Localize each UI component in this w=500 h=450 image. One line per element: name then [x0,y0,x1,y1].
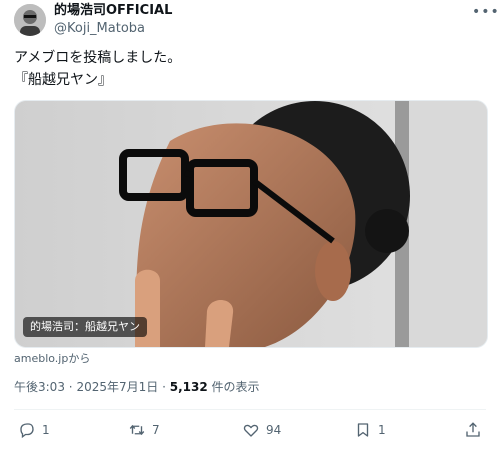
like-icon [243,424,259,437]
avatar-photo [14,4,46,36]
author-display-name[interactable]: 的場浩司OFFICIAL [54,2,172,20]
post-time[interactable]: 午後3:03 [14,380,65,394]
post-date[interactable]: 2025年7月1日 [76,380,158,394]
post-text-line-2: 『船越兄ヤン』 [14,72,112,88]
bookmark-icon [357,423,369,437]
reply-count: 1 [42,423,50,437]
more-icon[interactable]: ••• [472,4,500,20]
post-photo [15,101,487,347]
meta-separator-2: · [162,380,166,394]
media-caption: 的場浩司：船越兄ヤン [23,317,147,337]
views-label: 件の表示 [211,380,260,394]
share-button[interactable] [464,420,482,440]
meta-separator: · [68,380,73,394]
divider [14,409,486,410]
avatar[interactable] [14,4,46,36]
bookmark-button[interactable]: 1 [354,420,386,440]
repost-icon [129,424,145,436]
reply-button[interactable]: 1 [18,420,50,440]
repost-button[interactable]: 7 [128,420,160,440]
bookmark-count: 1 [378,423,386,437]
share-icon [466,422,480,437]
views-count: 5,132 [169,380,208,394]
repost-count: 7 [152,423,160,437]
author-handle[interactable]: @Koji_Matoba [54,20,145,38]
post-meta: 午後3:03 · 2025年7月1日 · 5,132 件の表示 [14,378,260,396]
post-media[interactable]: 的場浩司：船越兄ヤン [14,100,488,348]
post-text-line-1: アメブロを投稿しました。 [14,50,182,66]
link-source[interactable]: ameblo.jpから [14,350,90,366]
like-count: 94 [266,423,282,437]
like-button[interactable]: 94 [242,420,281,440]
reply-icon [20,423,34,439]
